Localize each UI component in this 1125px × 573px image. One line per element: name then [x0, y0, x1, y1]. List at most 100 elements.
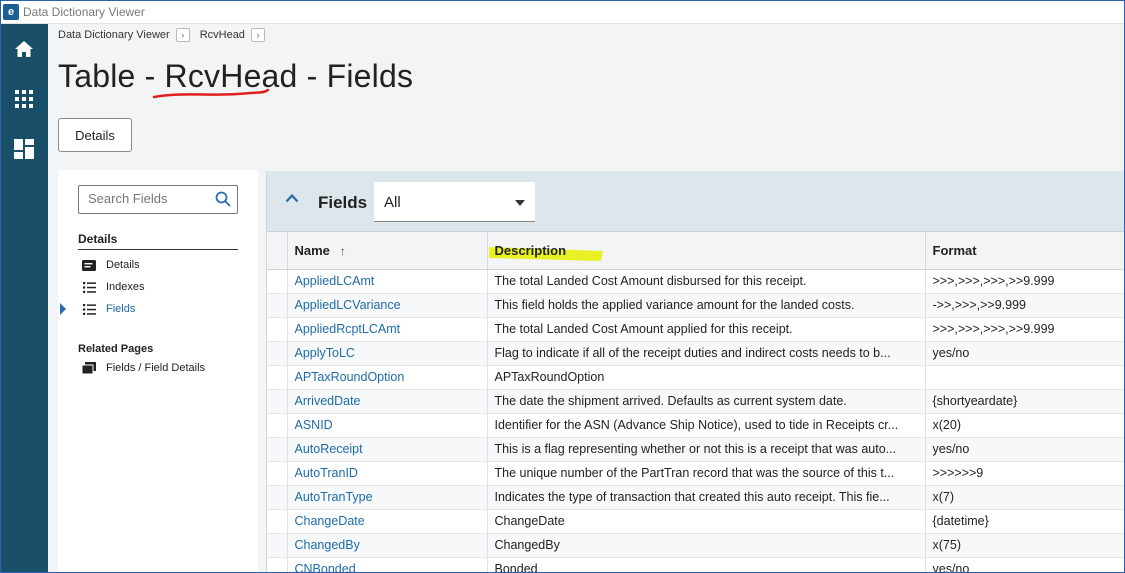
field-name-link[interactable]: ApplyToLC: [287, 341, 488, 366]
window-stack-icon: [82, 362, 96, 374]
row-selector[interactable]: [267, 485, 288, 510]
nav-item-label: Fields: [106, 303, 136, 315]
row-selector[interactable]: [267, 269, 288, 294]
table-row[interactable]: ArrivedDate The date the shipment arrived…: [267, 389, 1125, 414]
field-description: The total Landed Cost Amount disbursed f…: [487, 269, 926, 294]
field-name-link[interactable]: APTaxRoundOption: [287, 365, 488, 390]
breadcrumb-item[interactable]: Data Dictionary Viewer: [58, 26, 170, 44]
table-row[interactable]: AppliedLCAmt The total Landed Cost Amount…: [267, 269, 1125, 294]
field-description: The total Landed Cost Amount applied for…: [487, 317, 926, 342]
field-format: >>>>>>9: [925, 461, 1125, 486]
field-description: ChangedBy: [487, 533, 926, 558]
field-name-link[interactable]: AppliedRcptLCAmt: [287, 317, 488, 342]
grid-toolbar: Fields All: [267, 171, 1125, 232]
row-selector[interactable]: [267, 533, 288, 558]
field-format: yes/no: [925, 341, 1125, 366]
field-name-link[interactable]: ChangeDate: [287, 509, 488, 534]
table-row[interactable]: AutoTranID The unique number of the PartT…: [267, 461, 1125, 486]
fields-table: Name ↑ Description Format AppliedLCAmt The…: [267, 232, 1125, 573]
table-row[interactable]: AutoTranType Indicates the type of transa…: [267, 485, 1125, 510]
nav-section-heading: Details: [78, 232, 118, 246]
search-fields-box[interactable]: [78, 185, 238, 214]
search-input[interactable]: [88, 191, 208, 206]
row-selector[interactable]: [267, 293, 288, 318]
table-row[interactable]: AppliedRcptLCAmt The total Landed Cost Am…: [267, 317, 1125, 342]
row-selector[interactable]: [267, 413, 288, 438]
fields-panel: Fields All Name ↑ Description Format App…: [266, 171, 1125, 573]
table-row[interactable]: APTaxRoundOption APTaxRoundOption: [267, 365, 1125, 390]
field-name-link[interactable]: AppliedLCAmt: [287, 269, 488, 294]
row-selector-header: [267, 232, 288, 270]
nav-item-fields[interactable]: Fields: [82, 303, 135, 315]
field-name-link[interactable]: AppliedLCVariance: [287, 293, 488, 318]
nav-item-indexes[interactable]: Indexes: [82, 281, 145, 293]
chevron-up-icon[interactable]: [285, 193, 299, 203]
dashboard-button[interactable]: [0, 129, 48, 169]
column-header-description[interactable]: Description: [487, 232, 926, 270]
row-selector[interactable]: [267, 389, 288, 414]
field-format: x(7): [925, 485, 1125, 510]
field-format: yes/no: [925, 557, 1125, 573]
field-name-link[interactable]: ChangedBy: [287, 533, 488, 558]
field-description: Flag to indicate if all of the receipt d…: [487, 341, 926, 366]
table-row[interactable]: ApplyToLC Flag to indicate if all of the …: [267, 341, 1125, 366]
field-name-link[interactable]: CNBonded: [287, 557, 488, 573]
field-description: APTaxRoundOption: [487, 365, 926, 390]
field-format: ->>,>>>,>>9.999: [925, 293, 1125, 318]
breadcrumb: Data Dictionary Viewer › RcvHead ›: [58, 26, 275, 44]
row-selector[interactable]: [267, 557, 288, 573]
apps-button[interactable]: [0, 79, 48, 119]
apps-grid-icon: [15, 90, 33, 108]
red-underline-annotation: [152, 88, 270, 99]
field-format: {datetime}: [925, 509, 1125, 534]
table-row[interactable]: ChangedBy ChangedBy x(75): [267, 533, 1125, 558]
details-button[interactable]: Details: [58, 118, 132, 152]
row-selector[interactable]: [267, 365, 288, 390]
column-header-name[interactable]: Name ↑: [287, 232, 488, 270]
table-row[interactable]: AppliedLCVariance This field holds the ap…: [267, 293, 1125, 318]
chevron-right-icon[interactable]: ›: [175, 28, 190, 42]
related-item-field-details[interactable]: Fields / Field Details: [82, 362, 205, 374]
row-selector[interactable]: [267, 461, 288, 486]
column-header-label: Name: [294, 242, 330, 258]
related-item-label: Fields / Field Details: [106, 362, 206, 374]
row-selector[interactable]: [267, 317, 288, 342]
title-bar: e Data Dictionary Viewer: [0, 0, 1125, 24]
nav-item-label: Indexes: [106, 281, 145, 293]
column-header-format[interactable]: Format: [925, 232, 1125, 270]
field-name-link[interactable]: ASNID: [287, 413, 488, 438]
chevron-right-icon[interactable]: ›: [250, 28, 265, 42]
field-name-link[interactable]: AutoTranID: [287, 461, 488, 486]
field-description: Identifier for the ASN (Advance Ship Not…: [487, 413, 926, 438]
row-selector[interactable]: [267, 509, 288, 534]
field-name-link[interactable]: AutoTranType: [287, 485, 488, 510]
field-name-link[interactable]: ArrivedDate: [287, 389, 488, 414]
column-header-label: Description: [494, 242, 567, 258]
field-name-link[interactable]: AutoReceipt: [287, 437, 488, 462]
window-title: Data Dictionary Viewer: [23, 4, 145, 19]
list-icon: [82, 281, 96, 293]
breadcrumb-item[interactable]: RcvHead: [200, 26, 245, 44]
field-format: x(75): [925, 533, 1125, 558]
divider: [78, 249, 238, 250]
table-row[interactable]: ChangeDate ChangeDate {datetime}: [267, 509, 1125, 534]
table-row[interactable]: AutoReceipt This is a flag representing w…: [267, 437, 1125, 462]
field-format: {shortyeardate}: [925, 389, 1125, 414]
row-selector[interactable]: [267, 437, 288, 462]
filter-dropdown[interactable]: All: [374, 182, 535, 222]
header-row: Name ↑ Description Format: [267, 232, 1125, 270]
description-header-wrap: Description: [488, 242, 603, 261]
field-description: ChangeDate: [487, 509, 926, 534]
details-card-icon: [82, 259, 96, 271]
sort-ascending-icon[interactable]: ↑: [340, 244, 346, 258]
home-button[interactable]: [0, 29, 48, 69]
left-nav-rail: [0, 24, 48, 573]
title-suffix: - Fields: [297, 58, 414, 94]
search-icon[interactable]: [215, 191, 231, 207]
list-icon: [82, 303, 96, 315]
nav-item-details[interactable]: Details: [82, 259, 140, 271]
active-marker-icon: [60, 303, 66, 315]
table-row[interactable]: ASNID Identifier for the ASN (Advance Shi…: [267, 413, 1125, 438]
row-selector[interactable]: [267, 341, 288, 366]
table-row[interactable]: CNBonded Bonded yes/no: [267, 557, 1125, 573]
